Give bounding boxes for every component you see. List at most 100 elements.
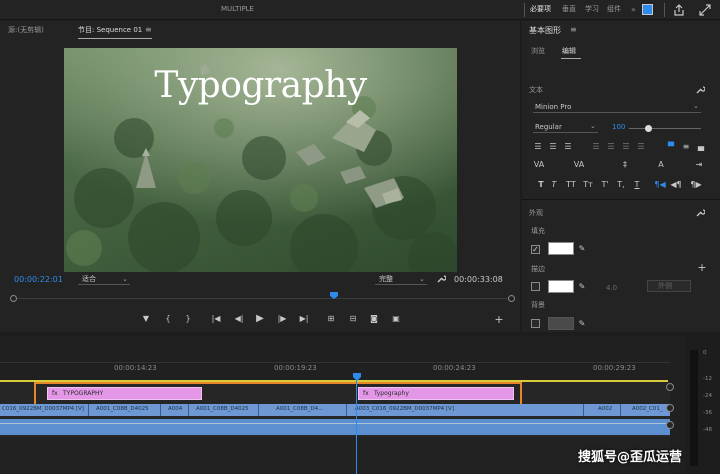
workspace-tab-essentials[interactable]: 必要项 [530,6,551,13]
share-icon[interactable] [673,4,685,16]
video-clip[interactable]: A001_C08B_D4025 [96,406,149,413]
playback-quality-select[interactable]: 完整 ⌄ [375,274,427,285]
track-scroll-handle[interactable] [666,421,674,429]
font-size-value[interactable]: 100 [612,124,625,131]
video-clip[interactable]: A001_C08B_D4... [276,406,323,413]
more-workspaces-icon[interactable]: » [631,5,636,14]
align-middle-icon[interactable]: ≡ [681,142,691,152]
wrench-icon[interactable] [696,208,705,217]
track-scroll-handle[interactable] [666,404,674,412]
align-top-icon[interactable]: ▀ [666,142,676,152]
step-back-icon[interactable]: ◀| [233,314,245,324]
go-to-out-icon[interactable]: ▶| [298,314,310,324]
workspace-tab-vertical[interactable]: 垂直 [562,6,576,13]
text-direction-other-icon[interactable]: ¶▶ [690,180,702,190]
video-clip[interactable]: A001_C08B_D4025 [196,406,249,413]
faux-bold-icon[interactable]: T [536,180,546,190]
wrench-icon[interactable] [436,274,446,284]
justify-right-icon[interactable]: ☰ [621,142,631,152]
faux-italic-icon[interactable]: T [549,180,559,190]
expand-icon[interactable] [699,4,711,16]
add-marker-icon[interactable]: ▼ [141,314,151,324]
text-direction-ltr-icon[interactable]: ¶◀ [654,180,666,190]
background-color-swatch[interactable] [548,317,574,330]
go-to-in-icon[interactable]: |◀ [210,314,222,324]
play-icon[interactable]: ▶ [254,313,266,325]
export-frame-icon[interactable]: ◙ [368,314,380,324]
video-clip[interactable]: C016_0922BM_D0037MP4 [V] [2,406,84,413]
video-clip[interactable]: A003_C016_0922BM_D0037MP4 [V] [355,406,454,413]
comparison-view-icon[interactable]: ▣ [389,314,403,324]
workspace-tab-assembly[interactable]: 组件 [607,6,621,13]
add-stroke-icon[interactable]: + [697,262,707,273]
subscript-icon[interactable]: T, [616,180,626,190]
video-clip[interactable]: A002 [598,406,612,413]
current-timecode[interactable]: 00:00:22:01 [14,276,63,284]
wrench-icon[interactable] [696,85,705,94]
background-checkbox[interactable] [531,319,540,328]
app-window: { "app": { "workspace_title": "MULTIPLE"… [0,0,720,474]
tracking-icon[interactable]: VA [573,160,585,170]
scrubber-start-handle[interactable] [10,295,17,302]
stroke-color-swatch[interactable] [548,280,574,293]
tab-program-monitor[interactable]: 节目: Sequence 01 [78,27,142,34]
audio-track-a1[interactable] [0,419,670,435]
font-size-slider-handle[interactable] [645,125,652,132]
align-center-icon[interactable]: ☰ [548,142,558,152]
panel-menu-icon[interactable]: ≡ [570,25,577,34]
kerning-icon[interactable]: VA [533,160,545,170]
appearance-section-label: 外观 [529,209,543,217]
tab-browse[interactable]: 浏览 [531,48,545,55]
audio-meter-panel: 0 -12 -24 -36 -48 [686,336,720,474]
stroke-width-value[interactable]: 4.0 [606,285,617,292]
font-size-slider[interactable] [629,128,701,129]
button-editor-icon[interactable]: + [494,314,504,325]
stroke-type-select[interactable]: 外侧 [647,280,691,292]
program-scrubber-track[interactable] [14,298,510,299]
section-divider [522,199,720,200]
lift-icon[interactable]: ⊞ [324,314,338,324]
title-overlay-text[interactable]: Typography [64,68,457,104]
video-preview[interactable]: Typography [64,48,457,272]
scrubber-end-handle[interactable] [508,295,515,302]
superscript-icon[interactable]: T' [600,180,610,190]
tab-width-icon[interactable]: ⇥ [693,160,705,170]
eyedropper-icon[interactable]: ✎ [577,319,587,329]
meter-label: -48 [703,427,712,433]
fill-color-swatch[interactable] [548,242,574,255]
justify-left-icon[interactable]: ☰ [591,142,601,152]
baseline-shift-icon[interactable]: A [655,160,667,170]
extract-icon[interactable]: ⊟ [346,314,360,324]
eyedropper-icon[interactable]: ✎ [577,244,587,254]
all-caps-icon[interactable]: TT [564,180,578,190]
mark-out-icon[interactable]: } [183,314,193,324]
font-family-select[interactable]: Minion Pro ⌄ [533,101,701,113]
font-style-select[interactable]: Regular ⌄ [533,121,598,133]
small-caps-icon[interactable]: Tт [581,180,595,190]
workspace-tab-learning[interactable]: 学习 [585,6,599,13]
justify-all-icon[interactable]: ☰ [636,142,646,152]
tab-source-monitor[interactable]: 源:(无剪辑) [8,27,44,34]
step-forward-icon[interactable]: |▶ [276,314,288,324]
align-right-icon[interactable]: ☰ [563,142,573,152]
leading-icon[interactable]: ‡ [619,160,631,170]
timeline-playhead[interactable] [352,372,362,382]
track-scroll-handle[interactable] [666,383,674,391]
tab-edit[interactable]: 编辑 [562,48,576,55]
mark-in-icon[interactable]: { [163,314,173,324]
stroke-checkbox[interactable] [531,282,540,291]
text-style-row: T T TT Tт T' T, T ¶◀ ◀¶ ¶▶ [536,180,711,190]
justify-center-icon[interactable]: ☰ [606,142,616,152]
workspace-panel-icon[interactable] [642,4,653,15]
align-bottom-icon[interactable]: ▄ [696,142,706,152]
panel-menu-icon[interactable]: ≡ [145,25,152,34]
eyedropper-icon[interactable]: ✎ [577,282,587,292]
program-playhead[interactable] [329,291,339,300]
underline-icon[interactable]: T [632,180,642,190]
video-clip[interactable]: A004 [168,406,182,413]
text-direction-rtl-icon[interactable]: ◀¶ [670,180,682,190]
zoom-fit-select[interactable]: 适合 ⌄ [78,274,130,285]
align-left-icon[interactable]: ☰ [533,142,543,152]
video-clip[interactable]: A002_C01_ [632,406,663,413]
fill-checkbox[interactable]: ✓ [531,245,540,254]
